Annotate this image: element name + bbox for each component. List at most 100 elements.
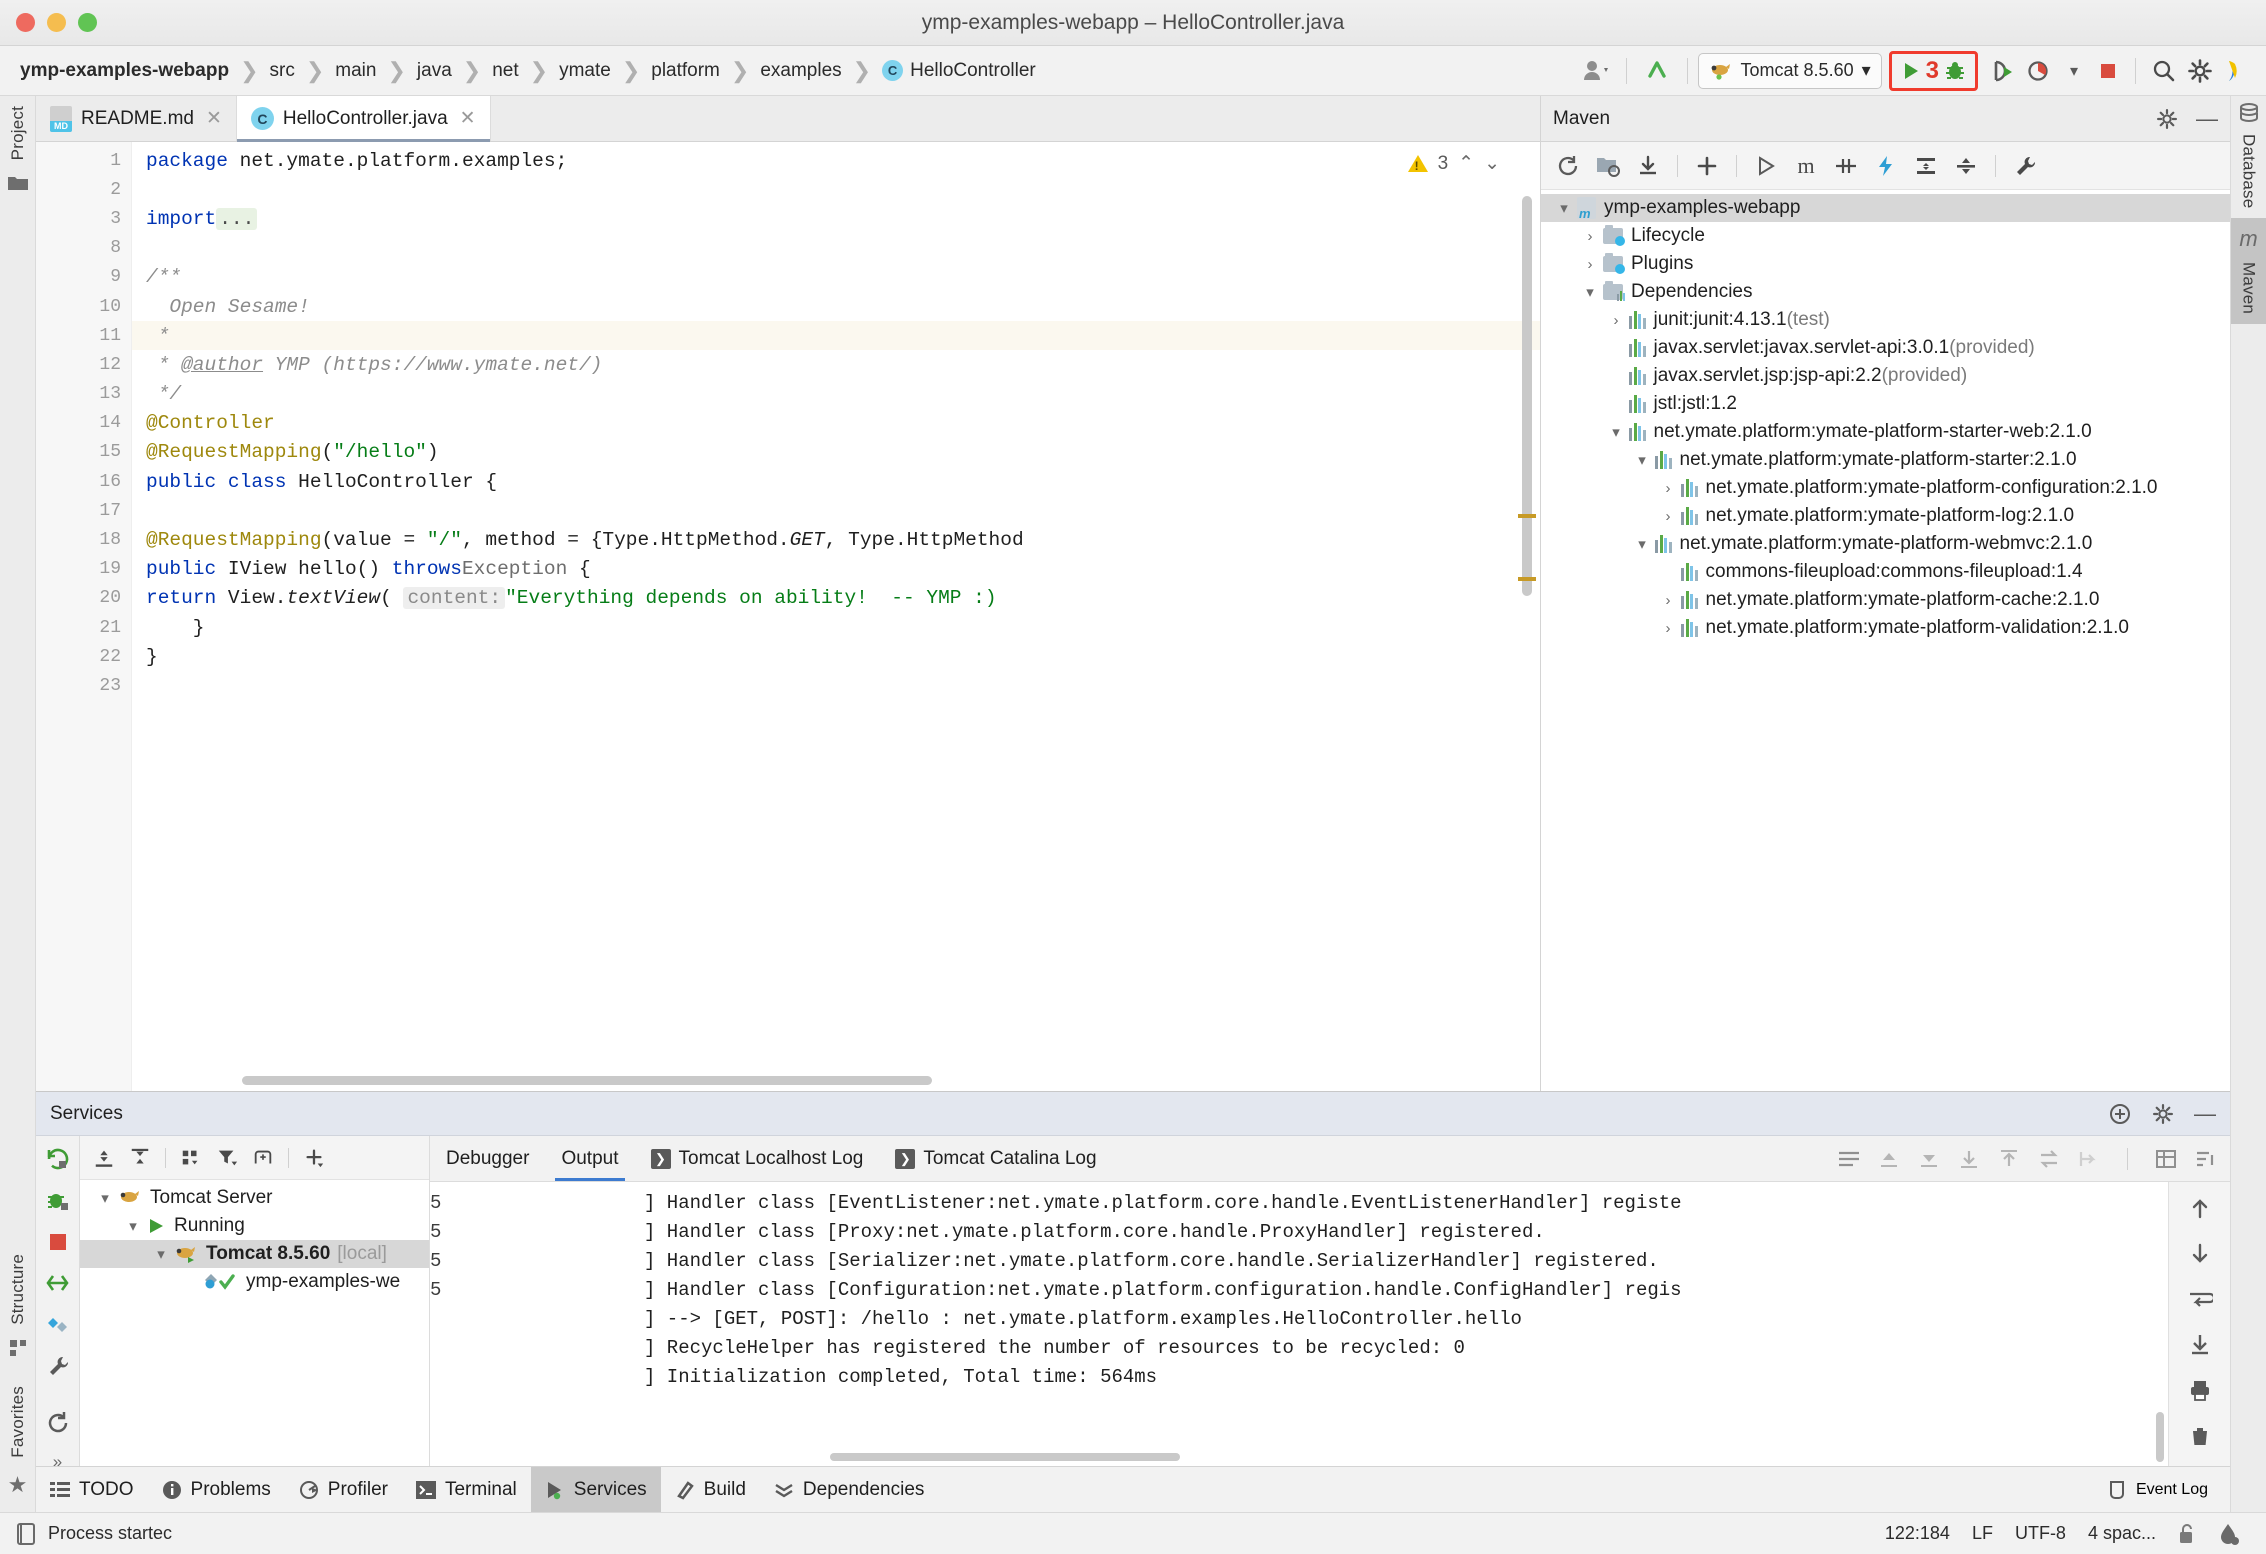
exit-icon[interactable]: [2077, 1148, 2101, 1170]
chevron-down-icon[interactable]: ▾: [92, 1189, 118, 1207]
code-line[interactable]: package net.ymate.platform.examples;: [132, 146, 1540, 175]
user-icon[interactable]: [1576, 54, 1616, 88]
console-small-icon[interactable]: [16, 1522, 36, 1546]
soft-wrap-icon[interactable]: [2187, 1288, 2213, 1310]
coverage-chevron-down-icon[interactable]: ▾: [2057, 54, 2091, 88]
chevron-right-icon[interactable]: ›: [1577, 228, 1603, 245]
rerun-icon[interactable]: [1985, 54, 2021, 88]
inspection-widget[interactable]: 3 ⌃ ⌄: [1407, 152, 1500, 175]
maven-tree-node[interactable]: › net.ymate.platform:ymate-platform-valid…: [1541, 614, 2230, 642]
file-encoding[interactable]: UTF-8: [2015, 1523, 2066, 1544]
gear-icon[interactable]: [2152, 1103, 2174, 1125]
generate-sources-icon[interactable]: [1591, 149, 1625, 183]
add-icon[interactable]: [298, 1142, 330, 1174]
code-line[interactable]: * @author YMP (https://www.ymate.net/): [132, 350, 1540, 379]
maven-tree-node[interactable]: › net.ymate.platform:ymate-platform-log:2…: [1541, 502, 2230, 530]
upload-icon[interactable]: [1997, 1148, 2021, 1170]
breadcrumb-item-project[interactable]: ymp-examples-webapp: [18, 60, 231, 82]
code-line[interactable]: [132, 234, 1540, 263]
line-separator[interactable]: LF: [1972, 1523, 1993, 1544]
chevron-right-icon[interactable]: ›: [1577, 256, 1603, 273]
services-tree-node[interactable]: ▾ Tomcat 8.5.60 [local]: [80, 1240, 429, 1268]
breadcrumb-item-ymate[interactable]: ymate: [557, 60, 613, 82]
console-vertical-scrollbar[interactable]: [2156, 1412, 2164, 1462]
maven-tree-node[interactable]: ▾ net.ymate.platform:ymate-platform-start…: [1541, 418, 2230, 446]
breadcrumb-item-platform[interactable]: platform: [649, 60, 722, 82]
breadcrumb-item-src[interactable]: src: [268, 60, 297, 82]
maven-tree-node[interactable]: javax.servlet.jsp:jsp-api:2.2 (provided): [1541, 362, 2230, 390]
previous-warning-icon[interactable]: ⌃: [1458, 152, 1474, 175]
maven-tree-node[interactable]: › Lifecycle: [1541, 222, 2230, 250]
gear-icon[interactable]: [2156, 108, 2178, 130]
close-icon[interactable]: ✕: [460, 107, 476, 130]
add-maven-project-icon[interactable]: [1690, 149, 1724, 183]
services-tree-node[interactable]: ymp-examples-we: [80, 1268, 429, 1296]
trash-icon[interactable]: [2188, 1424, 2212, 1448]
maven-tree-node[interactable]: ▾ net.ymate.platform:ymate-platform-webmv…: [1541, 530, 2230, 558]
download-sources-icon[interactable]: [1631, 149, 1665, 183]
reload-all-icon[interactable]: [1551, 149, 1585, 183]
tab-debugger[interactable]: Debugger: [430, 1136, 545, 1181]
print-icon[interactable]: [2188, 1378, 2212, 1402]
tab-profiler[interactable]: Profiler: [285, 1467, 402, 1512]
add-service-icon[interactable]: [2108, 1102, 2132, 1126]
execute-goal-icon[interactable]: m: [1789, 149, 1823, 183]
maven-tree-node[interactable]: jstl:jstl:1.2: [1541, 390, 2230, 418]
maven-tree-node[interactable]: commons-fileupload:commons-fileupload:1.…: [1541, 558, 2230, 586]
tab-tomcat-localhost-log[interactable]: ❯ Tomcat Localhost Log: [635, 1136, 880, 1181]
debug-bug-icon[interactable]: [1943, 59, 1967, 83]
minimize-icon[interactable]: —: [2194, 1102, 2216, 1124]
maven-tree-node[interactable]: javax.servlet:javax.servlet-api:3.0.1 (p…: [1541, 334, 2230, 362]
sidebar-item-project[interactable]: Project: [7, 96, 29, 192]
breadcrumb-item-class[interactable]: C HelloController: [880, 60, 1038, 82]
update-arrow-icon[interactable]: [1637, 54, 1677, 88]
tab-dependencies[interactable]: Dependencies: [760, 1467, 938, 1512]
maven-tree-node[interactable]: ▾ ymp-examples-webapp: [1541, 194, 2230, 222]
editor-horizontal-scrollbar[interactable]: [242, 1076, 932, 1085]
breadcrumb-item-examples[interactable]: examples: [758, 60, 843, 82]
event-log-button[interactable]: Event Log: [2107, 1467, 2230, 1512]
run-triangle-icon[interactable]: [1900, 59, 1922, 83]
caret-position[interactable]: 122:184: [1885, 1523, 1950, 1544]
code-line[interactable]: */: [132, 380, 1540, 409]
run-icon[interactable]: [1749, 149, 1783, 183]
services-tree-node[interactable]: ▾ Running: [80, 1212, 429, 1240]
soft-wrap-icon[interactable]: [1837, 1149, 1861, 1169]
code-line[interactable]: public class HelloController {: [132, 467, 1540, 496]
search-icon[interactable]: [2146, 54, 2182, 88]
code-line[interactable]: @Controller: [132, 409, 1540, 438]
collapse-all-icon[interactable]: [124, 1142, 156, 1174]
close-icon[interactable]: ✕: [206, 107, 222, 130]
refresh-icon[interactable]: [45, 1410, 71, 1436]
code-line[interactable]: /**: [132, 263, 1540, 292]
stop-icon[interactable]: [46, 1230, 70, 1254]
filter-icon[interactable]: [211, 1142, 243, 1174]
code-line[interactable]: return View. textView( content: "Everythi…: [132, 584, 1540, 613]
code-line[interactable]: [132, 496, 1540, 525]
expand-all-icon[interactable]: [88, 1142, 120, 1174]
tab-tomcat-catalina-log[interactable]: ❯ Tomcat Catalina Log: [879, 1136, 1112, 1181]
stop-square-icon[interactable]: [2091, 54, 2125, 88]
console-horizontal-scrollbar[interactable]: [830, 1453, 1180, 1461]
console-output[interactable]: 5] Handler class [EventListener:net.ymat…: [430, 1182, 2168, 1466]
chevron-right-icon[interactable]: ›: [1655, 480, 1681, 497]
tab-services[interactable]: Services: [530, 1467, 661, 1512]
group-by-icon[interactable]: [175, 1142, 207, 1174]
code-line[interactable]: [132, 671, 1540, 700]
sidebar-item-structure[interactable]: Structure: [8, 1244, 28, 1377]
swap-icon[interactable]: [2037, 1148, 2061, 1170]
rerun-icon[interactable]: [45, 1146, 71, 1172]
tab-build[interactable]: Build: [661, 1467, 760, 1512]
scroll-down-icon[interactable]: [1917, 1148, 1941, 1170]
tab-todo[interactable]: TODO: [36, 1467, 148, 1512]
code-line[interactable]: @RequestMapping("/hello"): [132, 438, 1540, 467]
chevron-down-icon[interactable]: ▾: [1629, 451, 1655, 469]
tab-output[interactable]: Output: [545, 1136, 634, 1181]
code-line[interactable]: import ...: [132, 204, 1540, 233]
show-hide-icon[interactable]: [247, 1142, 279, 1174]
chevron-down-icon[interactable]: ▾: [1603, 423, 1629, 441]
breadcrumb-item-java[interactable]: java: [415, 60, 454, 82]
editor-gutter[interactable]: 1 2 3 8 9 10 11 12 13 14 15 16 17 18 19 20 21 22 23: [36, 142, 132, 1091]
chevron-down-icon[interactable]: ▾: [1551, 199, 1577, 217]
editor-tab-readme[interactable]: README.md ✕: [36, 96, 237, 141]
